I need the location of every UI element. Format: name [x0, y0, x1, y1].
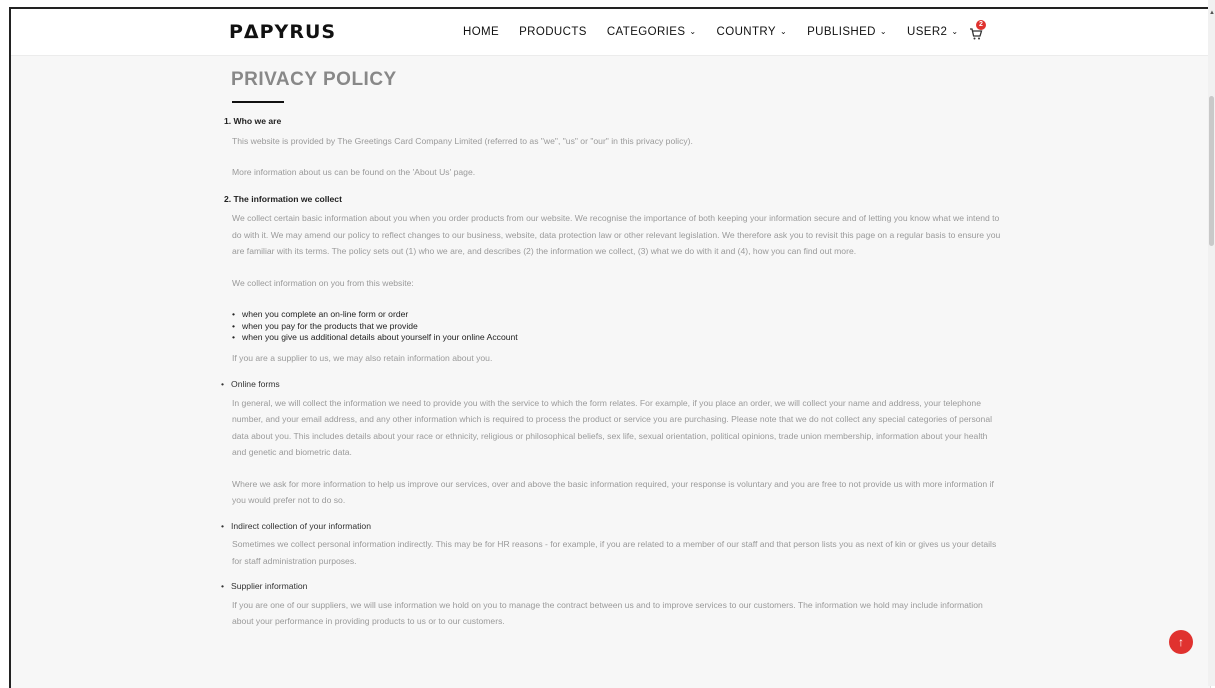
section-heading-information-we-collect: 2. The information we collect [224, 193, 342, 204]
section-heading-who-we-are: 1. Who we are [224, 116, 282, 126]
chevron-down-icon: ⌄ [779, 27, 788, 36]
subheading-supplier-information: Supplier information [221, 578, 1001, 595]
subheading-online-forms: Online forms [221, 376, 1001, 393]
list-item: when you give us additional details abou… [232, 332, 1001, 344]
page-title: PRIVACY POLICY [231, 69, 397, 90]
nav-user-menu[interactable]: USER2 ⌄ [907, 26, 958, 38]
paragraph: This website is provided by The Greeting… [232, 135, 693, 146]
nav-home-label: HOME [463, 26, 500, 38]
top-navbar: PΔPYRUS HOME PRODUCTS CATEGORIES ⌄ COUNTR… [11, 9, 1210, 56]
cart-button[interactable]: 2 [969, 20, 989, 40]
brand-logo[interactable]: PΔPYRUS [229, 21, 336, 43]
paragraph: More information about us can be found o… [232, 167, 476, 177]
nav-user-label: USER2 [906, 26, 948, 38]
list-item: when you complete an on-line form or ord… [232, 309, 1001, 321]
page-scrollbar[interactable]: ▲ [1208, 0, 1215, 686]
paragraph: We collect certain basic information abo… [232, 213, 1001, 256]
chevron-down-icon: ⌄ [689, 27, 697, 36]
nav-categories-label: CATEGORIES [606, 26, 686, 38]
scroll-to-top-button[interactable]: ↑ [1169, 630, 1193, 654]
paragraph: If you are a supplier to us, we may also… [232, 352, 493, 363]
nav-home[interactable]: HOME [463, 26, 499, 38]
main-nav: HOME PRODUCTS CATEGORIES ⌄ COUNTRY ⌄ PUBLI… [463, 26, 978, 38]
chevron-down-icon: ⌄ [879, 27, 887, 36]
arrow-up-icon: ↑ [1178, 635, 1184, 649]
nav-published-label: PUBLISHED [807, 26, 876, 38]
nav-country[interactable]: COUNTRY ⌄ [717, 26, 788, 38]
nav-products[interactable]: PRODUCTS [519, 26, 587, 38]
paragraph: Sometimes we collect personal informatio… [232, 539, 997, 566]
scroll-up-arrow-icon[interactable]: ▲ [1209, 10, 1215, 16]
nav-categories[interactable]: CATEGORIES ⌄ [607, 26, 697, 38]
nav-country-label: COUNTRY [716, 26, 776, 38]
paragraph: Where we ask for more information to hel… [232, 478, 994, 506]
list-item: when you pay for the products that we pr… [232, 321, 1001, 333]
paragraph: We collect information on you from this … [232, 277, 414, 288]
subheading-indirect-collection: Indirect collection of your information [221, 518, 1001, 535]
chevron-down-icon: ⌄ [951, 27, 959, 36]
collection-methods-list: when you complete an on-line form or ord… [221, 309, 1001, 344]
nav-products-label: PRODUCTS [519, 26, 587, 38]
browser-viewport: PΔPYRUS HOME PRODUCTS CATEGORIES ⌄ COUNTR… [9, 7, 1211, 688]
title-divider [232, 101, 284, 103]
privacy-policy-content: PRIVACY POLICY 1. Who we are This websit… [221, 67, 1001, 630]
paragraph: If you are one of our suppliers, we will… [232, 599, 983, 627]
paragraph: In general, we will collect the informat… [232, 397, 993, 458]
nav-published[interactable]: PUBLISHED ⌄ [807, 26, 887, 38]
scrollbar-thumb[interactable] [1209, 96, 1214, 246]
cart-count-badge: 2 [976, 20, 986, 30]
